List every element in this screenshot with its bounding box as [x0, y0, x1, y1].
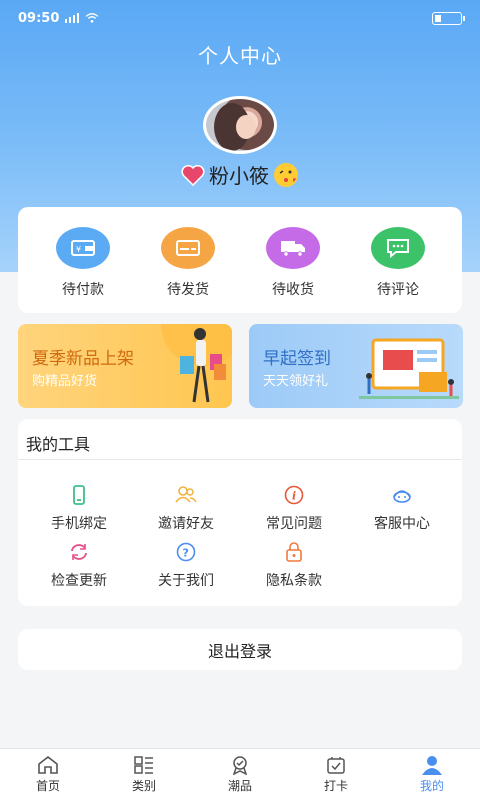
order-label: 待评论: [377, 282, 419, 298]
wifi-icon: [86, 13, 99, 23]
status-time: 09:50: [18, 10, 60, 26]
signal-icon: [65, 13, 80, 23]
card-icon: [161, 227, 215, 269]
order-pending-review[interactable]: 待评论: [358, 227, 438, 299]
battery-icon: [432, 11, 465, 25]
tool-label: 关于我们: [158, 573, 214, 589]
tool-label: 客服中心: [374, 516, 430, 532]
banner-subtitle: 购精品好货: [32, 374, 98, 389]
tool-label: 隐私条款: [266, 573, 322, 589]
order-label: 待收货: [272, 282, 314, 298]
tab-home[interactable]: 首页: [0, 755, 96, 794]
page-title: 个人中心: [198, 44, 282, 68]
tool-phone-binding[interactable]: 手机绑定: [24, 485, 134, 533]
friends-icon: [175, 486, 197, 503]
order-pending-shipment[interactable]: 待发货: [148, 227, 228, 299]
svg-text:i: i: [292, 490, 296, 503]
tab-category[interactable]: 类别: [96, 755, 192, 794]
info-icon: i: [284, 485, 304, 505]
service-icon: [393, 490, 411, 503]
tool-label: 检查更新: [51, 573, 107, 589]
order-pending-receipt[interactable]: 待收货: [253, 227, 333, 299]
tab-profile[interactable]: 我的: [384, 755, 480, 794]
tab-bar: 首页 类别 潮品 打卡 我的: [0, 748, 480, 800]
tab-label: 首页: [35, 779, 60, 793]
svg-text:?: ?: [183, 547, 189, 560]
tool-faq[interactable]: i 常见问题: [239, 485, 349, 533]
orders-card: ¥ 待付款 待发货 待收货 待评论: [18, 207, 462, 313]
wallet-icon: ¥: [56, 227, 110, 269]
banner-morning-checkin[interactable]: 早起签到 天天领好礼: [249, 324, 463, 408]
tab-label: 我的: [419, 779, 444, 793]
lock-icon: [286, 542, 302, 562]
banner-title: 夏季新品上架: [32, 349, 134, 369]
phone-icon: [73, 485, 85, 505]
order-label: 待付款: [62, 282, 104, 298]
checkin-illustration: [359, 338, 459, 399]
user-name-row: 粉小筱: [0, 160, 480, 189]
comment-icon: [371, 227, 425, 269]
tool-privacy-policy[interactable]: 隐私条款: [239, 542, 349, 590]
banner-subtitle: 天天领好礼: [263, 374, 329, 389]
avatar[interactable]: [203, 96, 277, 154]
banner-title: 早起签到: [263, 349, 331, 369]
logout-button[interactable]: 退出登录: [18, 629, 462, 670]
tools-card: 我的工具 手机绑定 邀请好友 i 常见问题 客服中心 检查更新 ? 关于我们 隐…: [18, 419, 462, 606]
kiss-emoji-icon: [274, 162, 298, 187]
banner-summer-new[interactable]: 夏季新品上架 购精品好货: [18, 324, 232, 408]
user-name: 粉小筱: [209, 164, 269, 188]
tool-label: 常见问题: [266, 516, 322, 532]
tab-label: 类别: [131, 779, 156, 793]
question-icon: ?: [176, 542, 196, 562]
tool-customer-service[interactable]: 客服中心: [347, 485, 457, 533]
svg-text:¥: ¥: [76, 245, 81, 254]
truck-icon: [266, 227, 320, 269]
tools-title: 我的工具: [26, 435, 91, 454]
tool-invite-friends[interactable]: 邀请好友: [131, 485, 241, 533]
divider: [18, 459, 462, 460]
order-label: 待发货: [167, 282, 209, 298]
tab-label: 打卡: [323, 779, 348, 793]
trend-icon: [232, 756, 248, 775]
tool-label: 邀请好友: [158, 516, 214, 532]
heart-icon: [181, 164, 205, 186]
tab-checkin[interactable]: 打卡: [288, 755, 384, 794]
tab-trend[interactable]: 潮品: [192, 755, 288, 794]
tab-label: 潮品: [227, 779, 252, 793]
tool-label: 手机绑定: [51, 516, 107, 532]
shopping-woman-illustration: [161, 324, 232, 403]
home-icon: [38, 755, 58, 774]
profile-icon: [422, 756, 442, 775]
status-bar: 09:50: [0, 0, 480, 36]
tool-check-update[interactable]: 检查更新: [24, 542, 134, 590]
checkin-icon: [327, 757, 345, 774]
tool-about-us[interactable]: ? 关于我们: [131, 542, 241, 590]
category-icon: [134, 756, 153, 774]
refresh-icon: [71, 544, 87, 560]
order-pending-payment[interactable]: ¥ 待付款: [43, 227, 123, 299]
